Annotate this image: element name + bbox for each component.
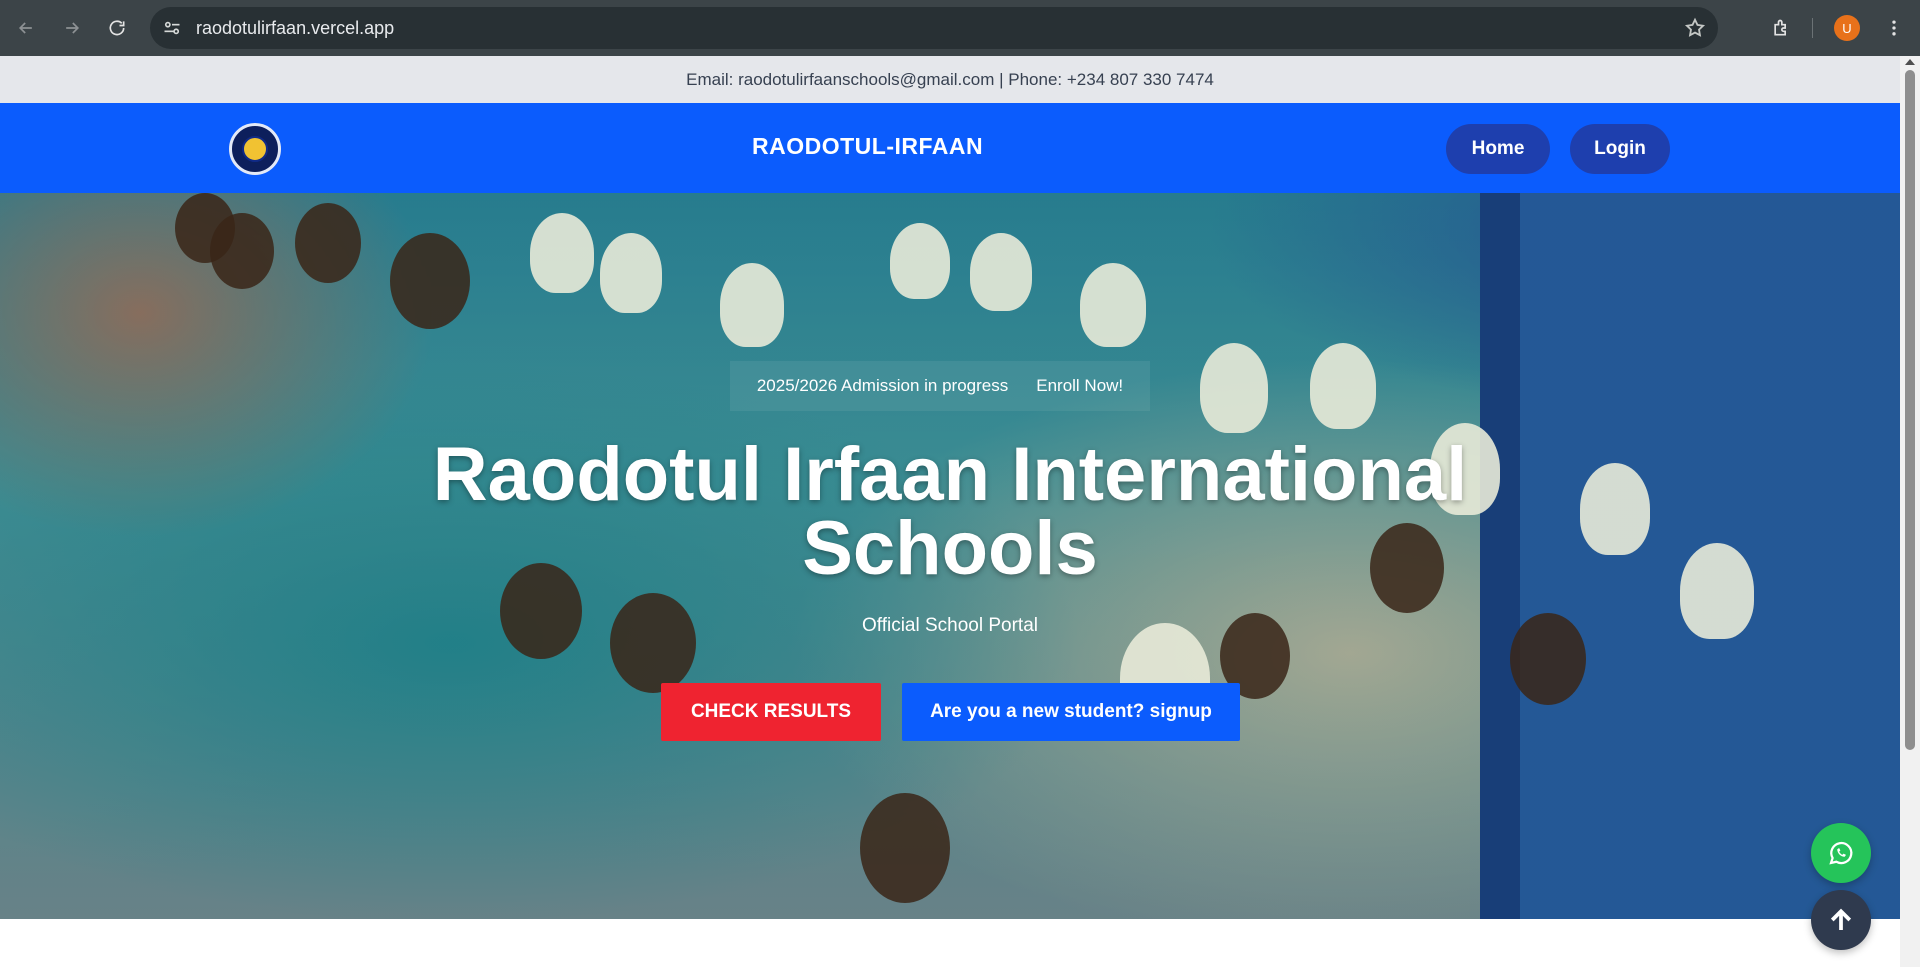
logo-emblem	[242, 136, 268, 162]
back-icon	[18, 22, 32, 34]
page-viewport: Email: raodotulirfaanschools@gmail.com |…	[0, 56, 1900, 967]
admission-banner: 2025/2026 Admission in progress Enroll N…	[730, 361, 1150, 411]
page-scrollbar[interactable]	[1900, 56, 1920, 967]
reload-button[interactable]	[101, 12, 133, 44]
site-settings-icon[interactable]	[162, 18, 182, 38]
extensions-icon	[1774, 19, 1786, 36]
contact-text: Email: raodotulirfaanschools@gmail.com |…	[686, 69, 1214, 89]
hero-section: 2025/2026 Admission in progress Enroll N…	[0, 193, 1900, 919]
browser-menu-button[interactable]	[1878, 12, 1910, 44]
bookmark-star-icon[interactable]	[1684, 17, 1706, 39]
whatsapp-button[interactable]	[1811, 823, 1871, 883]
school-logo[interactable]	[229, 123, 281, 175]
signup-button[interactable]: Are you a new student? signup	[902, 683, 1240, 741]
enroll-now-link[interactable]: Enroll Now!	[1036, 376, 1123, 396]
toolbar-separator	[1812, 18, 1813, 38]
extensions-button[interactable]	[1765, 12, 1797, 44]
menu-dots-icon	[1892, 20, 1896, 36]
admission-text: 2025/2026 Admission in progress	[756, 376, 1009, 395]
address-bar[interactable]: raodotulirfaan.vercel.app	[150, 7, 1718, 49]
forward-button[interactable]	[56, 12, 88, 44]
site-brand[interactable]: RAODOTUL-IRFAAN	[752, 133, 983, 160]
hero-content: 2025/2026 Admission in progress Enroll N…	[0, 193, 1900, 919]
arrow-up-icon	[1830, 908, 1852, 930]
whatsapp-icon	[1829, 841, 1853, 865]
url-text: raodotulirfaan.vercel.app	[196, 18, 395, 38]
hero-title: Raodotul Irfaan International Schools	[432, 432, 1468, 591]
forward-icon	[66, 22, 80, 34]
browser-toolbar: raodotulirfaan.vercel.app U	[0, 0, 1920, 56]
hero-subtitle: Official School Portal	[861, 615, 1038, 636]
reload-icon	[109, 20, 125, 36]
check-results-button[interactable]: CHECK RESULTS	[661, 683, 881, 741]
scrollbar-thumb[interactable]	[1905, 70, 1915, 750]
profile-avatar[interactable]: U	[1834, 15, 1860, 41]
nav-login-button[interactable]: Login	[1570, 124, 1670, 174]
back-button[interactable]	[10, 12, 42, 44]
scroll-to-top-button[interactable]	[1811, 890, 1871, 950]
site-navbar: RAODOTUL-IRFAAN Home Login	[0, 103, 1900, 193]
contact-bar: Email: raodotulirfaanschools@gmail.com |…	[0, 56, 1900, 103]
nav-home-button[interactable]: Home	[1446, 124, 1550, 174]
scroll-up-arrow[interactable]	[1905, 59, 1915, 65]
